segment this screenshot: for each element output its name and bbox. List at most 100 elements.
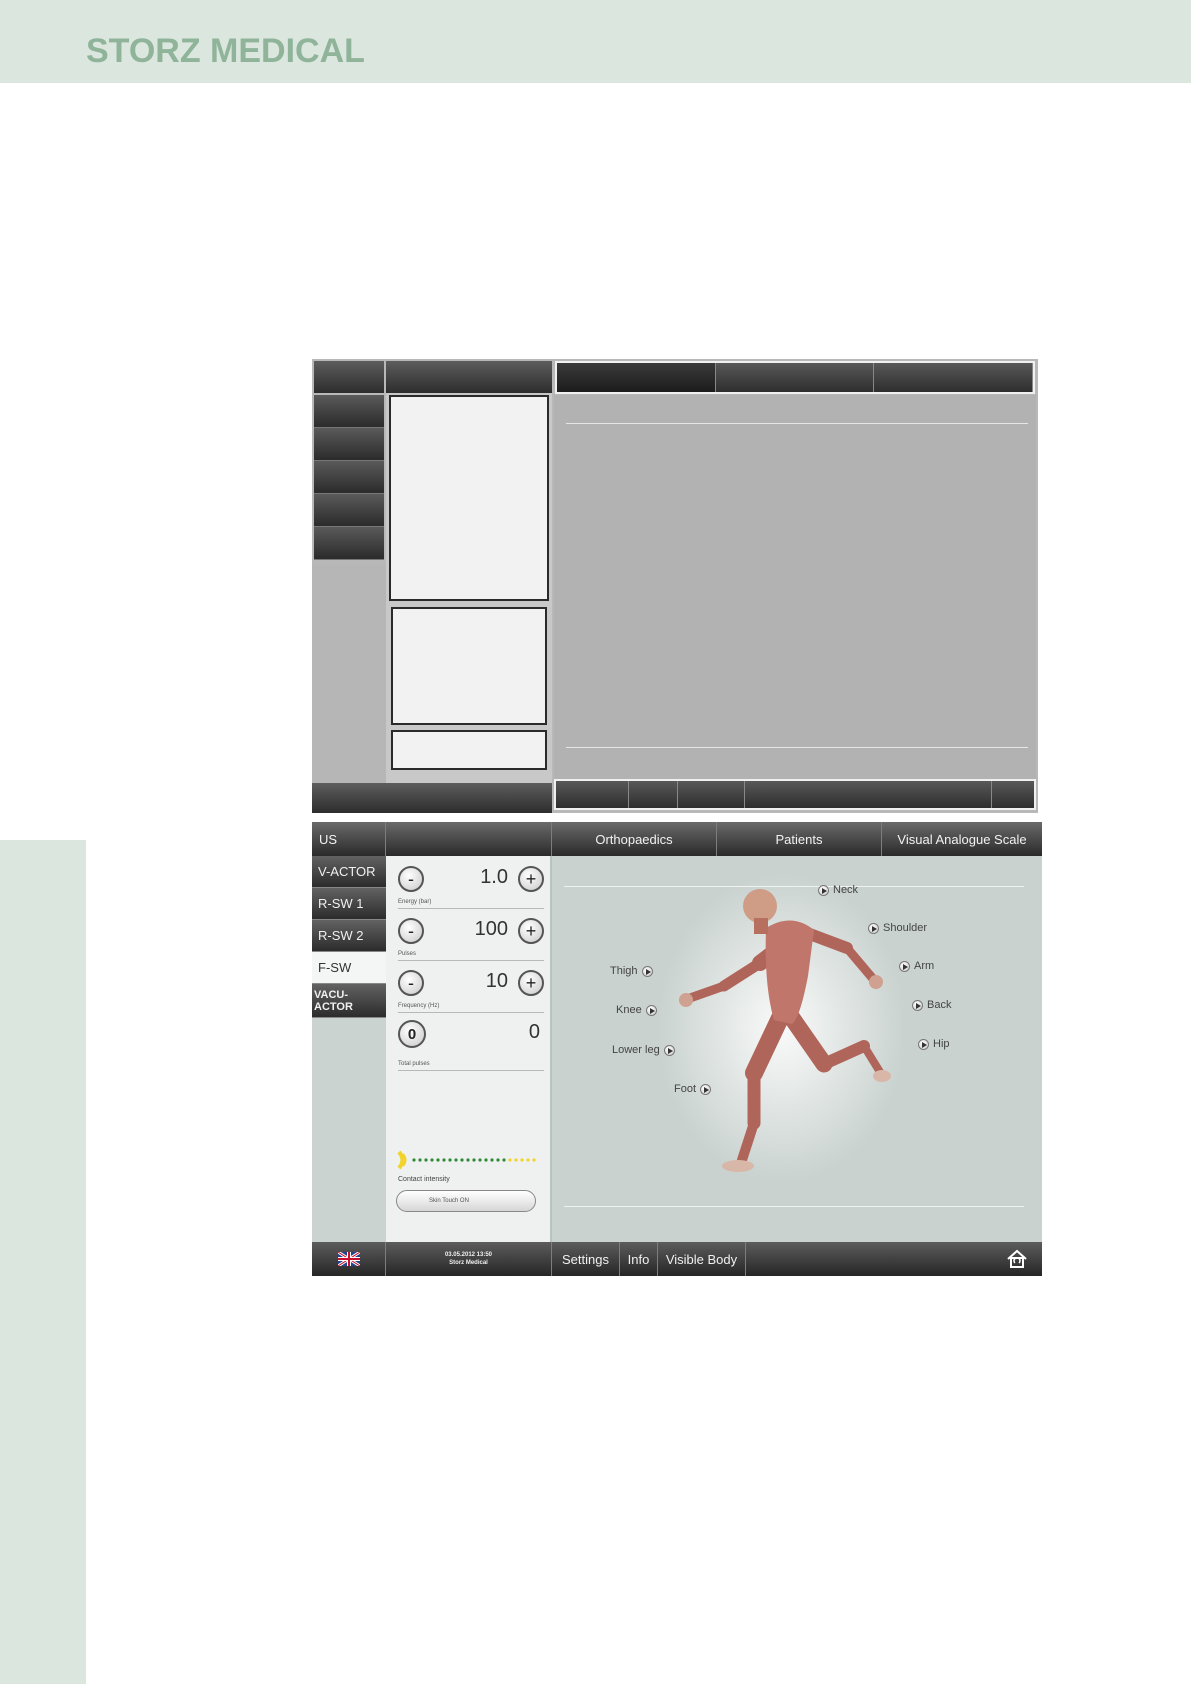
device-screen: US Orthopaedics Patients Visual Analogue… xyxy=(312,822,1042,1276)
back-label: Back xyxy=(927,999,952,1011)
pulses-minus-button[interactable]: - xyxy=(398,918,424,944)
wire-menu-4 xyxy=(314,494,384,527)
frequency-value: 10 xyxy=(485,970,508,992)
storz-medical-logo: STORZ MEDICAL xyxy=(86,32,365,70)
frequency-plus-button[interactable]: + xyxy=(518,970,544,996)
neck-label: Neck xyxy=(833,884,859,896)
hip-label: Hip xyxy=(933,1038,950,1050)
lower-leg-play-icon[interactable] xyxy=(663,1044,675,1056)
date-time: 03.05.2012 13:50 xyxy=(444,1252,493,1258)
body-selection-area: Neck Shoulder Arm Back Hip Thigh Knee Lo… xyxy=(552,856,1042,1242)
mode-v-actor[interactable]: V-ACTOR xyxy=(312,856,386,888)
skin-touch-button[interactable]: Skin Touch ON xyxy=(396,1190,536,1212)
body-link-neck[interactable]: Neck xyxy=(818,884,858,896)
energy-plus-button[interactable]: + xyxy=(518,866,544,892)
info-button[interactable]: Info xyxy=(620,1242,658,1276)
wire-tab-row xyxy=(555,361,1035,394)
wire-main-area xyxy=(554,395,1036,783)
wire-menu-1 xyxy=(314,395,384,428)
shoulder-label: Shoulder xyxy=(883,922,928,934)
bottom-bar: 03.05.2012 13:50 Storz Medical Settings … xyxy=(312,1242,1042,1276)
wire-divider-top xyxy=(566,423,1028,424)
top-tab-bar: US Orthopaedics Patients Visual Analogue… xyxy=(312,822,1042,856)
energy-label: Energy (bar) xyxy=(398,899,432,905)
wire-menu-3 xyxy=(314,461,384,494)
hip-play-icon[interactable] xyxy=(918,1038,929,1050)
home-button[interactable] xyxy=(992,1242,1042,1276)
tab-orthopaedics[interactable]: Orthopaedics xyxy=(552,822,717,856)
body-link-foot[interactable]: Foot xyxy=(674,1083,712,1095)
total-pulses-label: Total pulses xyxy=(398,1061,430,1067)
anatomy-figure-icon xyxy=(657,873,902,1183)
tab-blank xyxy=(386,822,552,856)
mode-vacu-actor[interactable]: VACU-ACTOR xyxy=(312,984,386,1018)
brand-name: STORZ MEDICAL xyxy=(86,32,365,70)
pulses-plus-button[interactable]: + xyxy=(518,918,544,944)
tab-visual-analogue-scale[interactable]: Visual Analogue Scale xyxy=(882,822,1042,856)
body-link-thigh[interactable]: Thigh xyxy=(610,965,653,977)
wire-footer-row xyxy=(554,779,1036,810)
side-strip xyxy=(0,840,86,1684)
total-pulses-row: 0 0 Total pulses xyxy=(398,1016,544,1071)
energy-value: 1.0 xyxy=(480,866,508,888)
mode-f-sw[interactable]: F-SW xyxy=(312,952,386,984)
reset-total-button[interactable]: 0 xyxy=(398,1020,426,1048)
uk-flag-icon xyxy=(337,1252,360,1266)
body-link-knee[interactable]: Knee xyxy=(616,1004,657,1016)
body-link-arm[interactable]: Arm xyxy=(899,960,934,972)
wire-status-box xyxy=(391,607,547,725)
wire-menu-5 xyxy=(314,527,384,560)
home-icon xyxy=(1007,1249,1027,1268)
neck-play-icon[interactable] xyxy=(818,884,829,896)
wire-left-column xyxy=(312,565,387,783)
pulses-label: Pulses xyxy=(398,951,417,957)
foot-label: Foot xyxy=(674,1083,697,1095)
pulses-row: - 100 + Pulses xyxy=(398,910,544,961)
screen-layout-wireframe xyxy=(312,359,1038,813)
frequency-row: - 10 + Frequency (Hz) xyxy=(398,962,544,1013)
body-link-lower-leg[interactable]: Lower leg xyxy=(612,1044,675,1056)
knee-label: Knee xyxy=(616,1004,642,1016)
foot-play-icon[interactable] xyxy=(700,1083,712,1095)
language-button[interactable] xyxy=(312,1242,386,1276)
contact-intensity-label: Contact intensity xyxy=(398,1176,450,1183)
total-pulses-value: 0 xyxy=(528,1021,540,1043)
wire-footer-1 xyxy=(312,783,386,813)
energy-row: - 1.0 + Energy (bar) xyxy=(398,858,544,909)
arm-play-icon[interactable] xyxy=(899,960,910,972)
skin-touch-label: Skin Touch ON xyxy=(429,1198,469,1204)
back-play-icon[interactable] xyxy=(912,999,923,1011)
frequency-label: Frequency (Hz) xyxy=(398,1003,440,1009)
thigh-play-icon[interactable] xyxy=(641,965,653,977)
company-name: Storz Medical xyxy=(449,1260,488,1266)
arm-label: Arm xyxy=(914,960,935,972)
mode-list: V-ACTOR R-SW 1 R-SW 2 F-SW VACU-ACTOR xyxy=(312,856,386,1242)
wire-tab-2 xyxy=(386,361,552,393)
wire-divider-bottom xyxy=(566,747,1028,748)
pulses-value: 100 xyxy=(474,918,508,940)
wire-parameter-box xyxy=(389,395,549,601)
lower-leg-label: Lower leg xyxy=(612,1044,660,1056)
tab-us[interactable]: US xyxy=(312,822,386,856)
mode-r-sw-2[interactable]: R-SW 2 xyxy=(312,920,386,952)
wire-tab-1 xyxy=(314,361,384,393)
body-link-shoulder[interactable]: Shoulder xyxy=(868,922,927,934)
contact-intensity-indicator xyxy=(397,1150,536,1170)
knee-play-icon[interactable] xyxy=(645,1004,657,1016)
page-header: STORZ MEDICAL xyxy=(0,0,1191,83)
settings-button[interactable]: Settings xyxy=(552,1242,620,1276)
wire-footer-2 xyxy=(386,783,552,813)
energy-minus-button[interactable]: - xyxy=(398,866,424,892)
shoulder-play-icon[interactable] xyxy=(868,922,879,934)
visible-body-button[interactable]: Visible Body xyxy=(658,1242,746,1276)
body-divider-bottom xyxy=(564,1206,1024,1207)
tab-patients[interactable]: Patients xyxy=(717,822,882,856)
mode-r-sw-1[interactable]: R-SW 1 xyxy=(312,888,386,920)
wire-menu-2 xyxy=(314,428,384,461)
body-link-hip[interactable]: Hip xyxy=(918,1038,950,1050)
status-display: 03.05.2012 13:50 Storz Medical xyxy=(386,1242,552,1276)
body-link-back[interactable]: Back xyxy=(912,999,951,1011)
frequency-minus-button[interactable]: - xyxy=(398,970,424,996)
parameter-column: - 1.0 + Energy (bar) - 100 + Pulses - 10… xyxy=(386,856,552,1242)
footer-spacer xyxy=(746,1242,992,1276)
